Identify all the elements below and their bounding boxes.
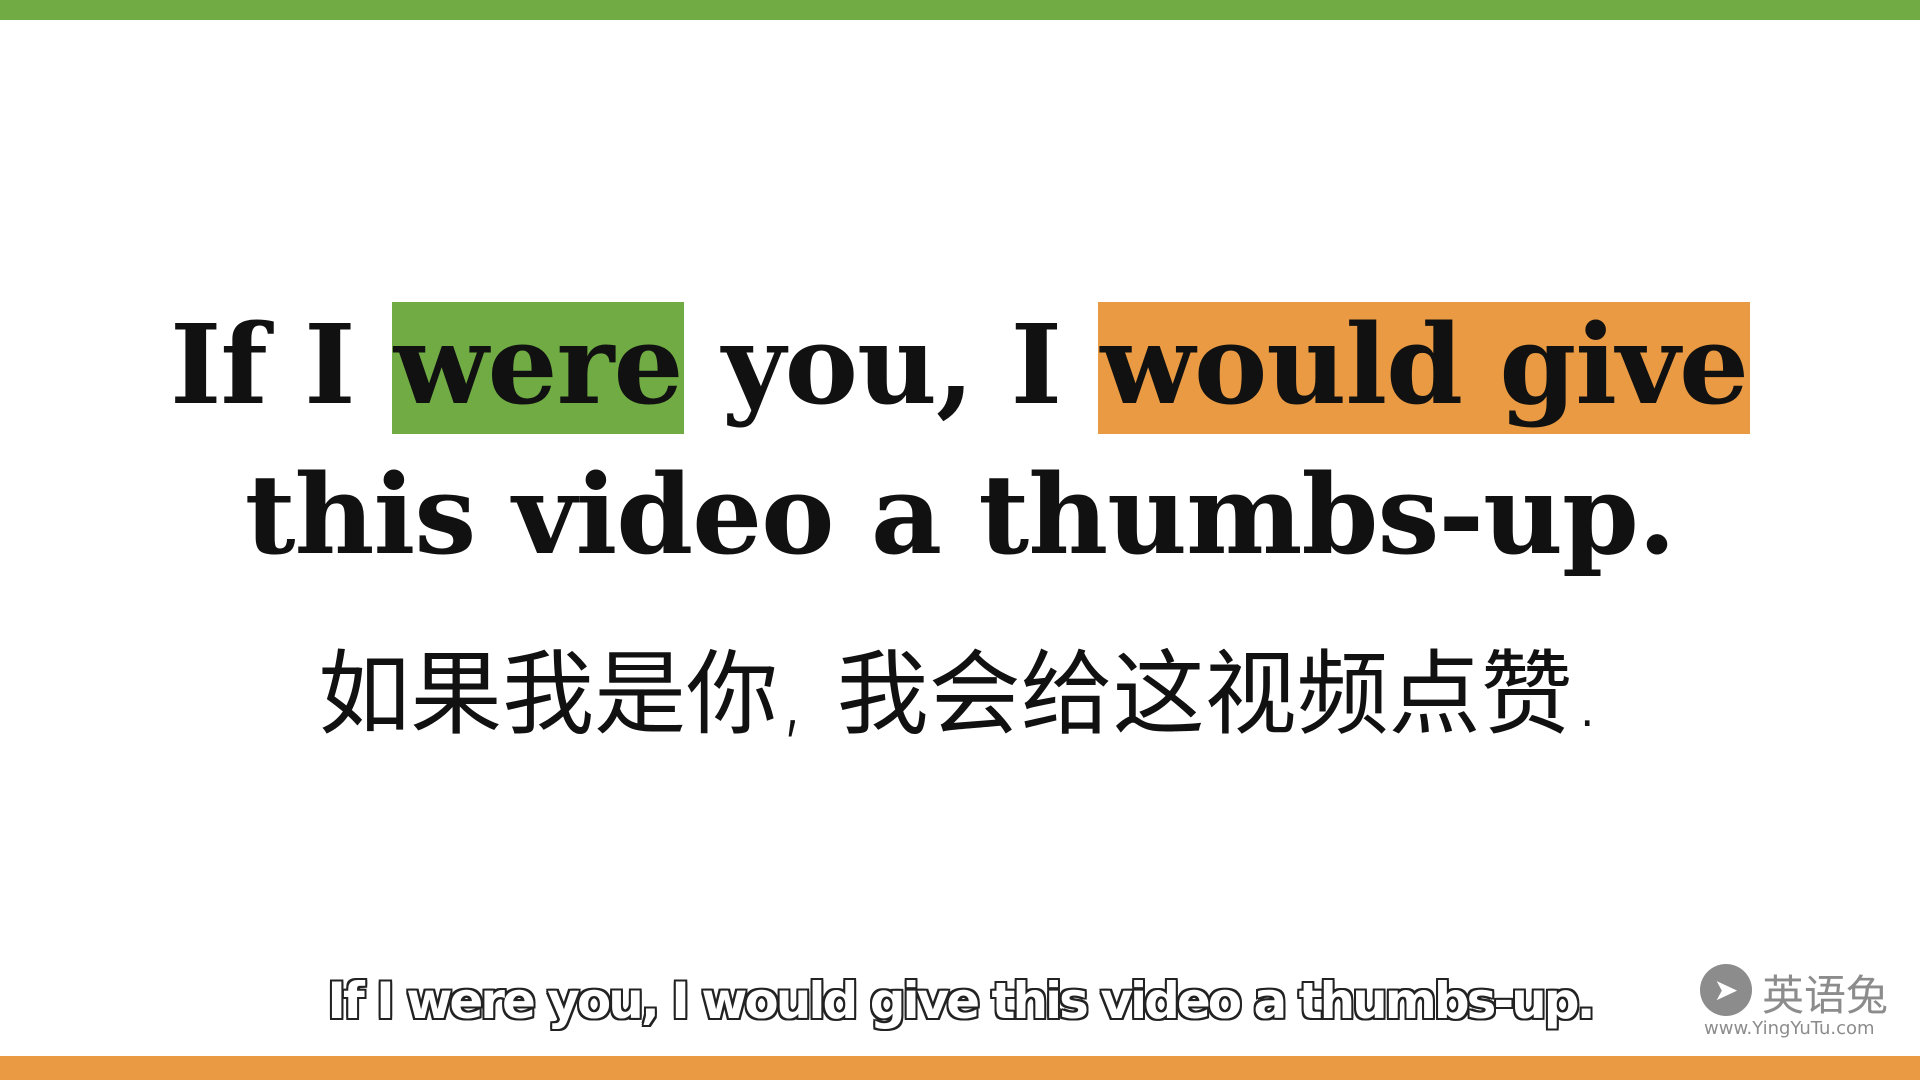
highlight-were: were (391, 302, 685, 434)
sentence-part-2: you, I (684, 300, 1099, 429)
highlight-would-give: would give (1098, 302, 1750, 434)
sentence-part-1: If I (170, 300, 392, 429)
rabbit-icon: ➤ (1700, 964, 1752, 1016)
bottom-accent-bar (0, 1056, 1920, 1080)
brand-logo: ➤ 英语兔 www.YingYuTu.com (1700, 960, 1900, 1040)
brand-url: www.YingYuTu.com (1704, 1018, 1875, 1039)
example-sentence: If I were you, I would give this video a… (60, 290, 1860, 590)
brand-name: 英语兔 (1762, 971, 1889, 1020)
top-accent-bar (0, 0, 1920, 20)
video-subtitle: If I were you, I would give this video a… (327, 972, 1595, 1030)
sentence-part-3: this video a thumbs-up. (244, 450, 1676, 579)
chinese-translation: 如果我是你, 我会给这视频点赞. (318, 641, 1602, 748)
